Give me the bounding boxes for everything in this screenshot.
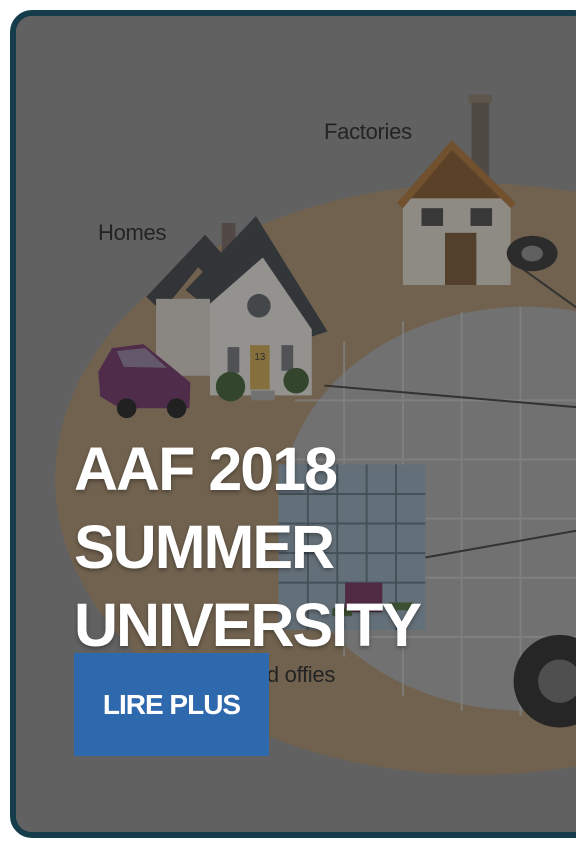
factories-label: Factories bbox=[324, 119, 412, 144]
hero-title-line-1: AAF 2018 SUMMER bbox=[74, 435, 338, 581]
tire-icon-top bbox=[506, 235, 558, 272]
house-number: 13 bbox=[254, 352, 265, 363]
hero-card: 13 Factories Homes offies AAF 2018 SUMME… bbox=[10, 10, 576, 838]
homes-label: Homes bbox=[98, 220, 167, 245]
page: 13 Factories Homes offies AAF 2018 SUMME… bbox=[0, 0, 576, 845]
read-more-button[interactable]: LIRE PLUS bbox=[74, 653, 269, 756]
hero-title: AAF 2018 SUMMER UNIVERSITY bbox=[74, 430, 576, 664]
hero-title-line-2: UNIVERSITY bbox=[74, 591, 422, 659]
